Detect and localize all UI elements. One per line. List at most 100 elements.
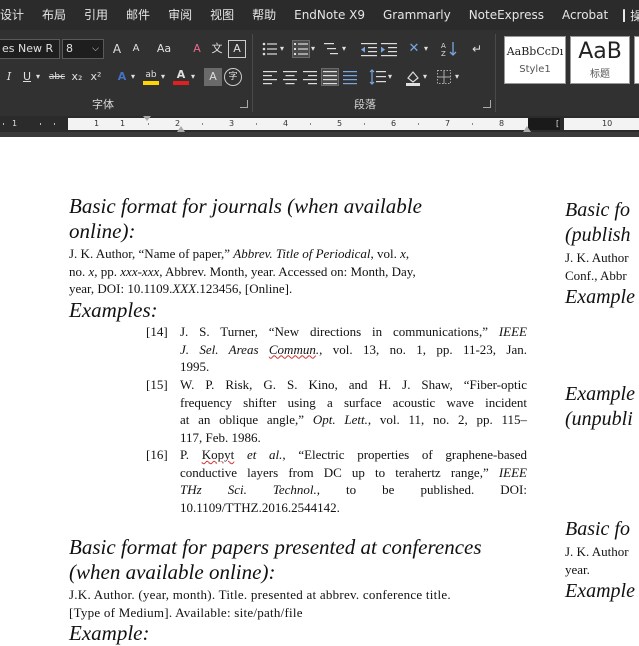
svg-text:Z: Z <box>441 50 446 58</box>
strikethrough-button[interactable]: abc <box>46 68 68 86</box>
ruler-number: 8 <box>499 119 505 128</box>
ribbon-tab-bar: 设计 布局 引用 邮件 审阅 视图 帮助 EndNote X9 Grammarl… <box>0 0 639 30</box>
spelling-error-underline: Commun <box>268 341 316 357</box>
sort-icon[interactable]: AZ <box>440 40 458 58</box>
tab-references[interactable]: 引用 <box>75 0 117 30</box>
line-spacing-dropdown-icon[interactable]: ▾ <box>388 69 392 85</box>
align-center-icon[interactable] <box>281 68 299 86</box>
align-left-icon[interactable] <box>261 68 279 86</box>
enclose-characters-button[interactable]: 字 <box>224 68 242 86</box>
ruler-number: 4 <box>283 119 289 128</box>
document-page[interactable]: Basic format for journals (when availabl… <box>0 137 639 645</box>
numbering-dropdown-icon[interactable]: ▾ <box>311 41 315 57</box>
ruler-number: 10 <box>602 119 613 128</box>
chinese-layout-dropdown-icon[interactable]: ▾ <box>424 41 428 57</box>
ruler-number: 5 <box>337 119 343 128</box>
ruler-column-marker[interactable]: [ <box>556 118 559 130</box>
chinese-layout-icon[interactable]: ✕ <box>405 40 423 58</box>
reference-16: P. Kopyt et al., “Electric properties of… <box>180 447 527 515</box>
paragraph-dialog-launcher-icon[interactable] <box>483 100 491 108</box>
numbering-icon[interactable] <box>292 40 310 58</box>
tab-help[interactable]: 帮助 <box>243 0 285 30</box>
multilevel-list-icon[interactable] <box>323 40 341 58</box>
font-color-button[interactable]: A <box>172 66 190 85</box>
tab-acrobat[interactable]: Acrobat <box>553 0 617 30</box>
ruler-tick <box>54 123 55 125</box>
tab-endnote[interactable]: EndNote X9 <box>285 0 374 30</box>
justify-icon[interactable] <box>321 68 339 86</box>
ruler-tick <box>40 123 41 125</box>
horizontal-ruler[interactable]: 1 1 1 2 3 4 5 6 7 8 [ 10 <box>0 116 639 132</box>
right-col-heading: (unpubli <box>565 408 633 430</box>
borders-icon[interactable] <box>435 68 453 86</box>
style-style1[interactable]: AaBbCcDı Style1 <box>504 36 566 84</box>
grow-font-button[interactable]: A <box>108 40 126 58</box>
conference-heading-line1: Basic format for papers presented at con… <box>69 535 482 559</box>
font-size-combo[interactable]: 8 ⌵ <box>62 39 104 59</box>
right-col-examples: Example <box>565 286 635 308</box>
underline-button[interactable]: U <box>18 68 36 86</box>
ribbon: es New R 8 ⌵ A A Aa A 文 A I U ▾ abc x₂ x… <box>0 30 639 116</box>
font-dialog-launcher-icon[interactable] <box>240 100 248 108</box>
borders-dropdown-icon[interactable]: ▾ <box>455 69 459 85</box>
tab-noteexpress[interactable]: NoteExpress <box>460 0 553 30</box>
tab-review[interactable]: 审阅 <box>159 0 201 30</box>
shrink-font-button[interactable]: A <box>127 40 145 58</box>
line-spacing-icon[interactable] <box>369 68 387 86</box>
text-effects-button[interactable]: A <box>113 68 131 86</box>
align-right-icon[interactable] <box>301 68 319 86</box>
ruler-number: 1 <box>94 119 100 128</box>
conference-examples-label: Example: <box>69 621 150 645</box>
bullets-dropdown-icon[interactable]: ▾ <box>280 41 284 57</box>
tell-me-label[interactable]: 操作 <box>630 7 639 24</box>
font-color-dropdown-icon[interactable]: ▾ <box>191 69 195 85</box>
tab-view[interactable]: 视图 <box>201 0 243 30</box>
right-col-text: year. <box>565 561 590 577</box>
right-col-examples: Example <box>565 580 635 602</box>
examples-label: Examples: <box>69 298 158 322</box>
character-border-button[interactable]: A <box>228 40 246 58</box>
first-line-indent-marker-icon[interactable] <box>143 116 151 121</box>
text-effects-dropdown-icon[interactable]: ▾ <box>131 69 135 85</box>
highlight-button[interactable]: ab <box>142 66 160 85</box>
right-col-heading: Basic fo <box>565 518 630 540</box>
right-col-text: J. K. Author <box>565 544 629 559</box>
superscript-button[interactable]: x² <box>87 68 105 86</box>
tab-mailings[interactable]: 邮件 <box>117 0 159 30</box>
ruler-tick <box>472 123 473 125</box>
multilevel-dropdown-icon[interactable]: ▾ <box>342 41 346 57</box>
shading-icon[interactable] <box>404 68 422 86</box>
lightbulb-icon[interactable] <box>623 8 626 22</box>
clear-format-button[interactable]: A <box>188 40 206 58</box>
journal-heading-line1: Basic format for journals (when availabl… <box>69 194 422 218</box>
ruler-tick <box>256 123 257 125</box>
highlight-dropdown-icon[interactable]: ▾ <box>161 69 165 85</box>
font-name-combo[interactable]: es New R <box>0 39 60 59</box>
ruler-number: 1 <box>120 119 126 128</box>
chevron-down-icon: ⌵ <box>92 44 99 54</box>
decrease-indent-icon[interactable] <box>360 40 378 58</box>
tab-layout[interactable]: 布局 <box>33 0 75 30</box>
phonetic-guide-button[interactable]: 文 <box>208 40 226 58</box>
ruler-tick <box>310 123 311 125</box>
italic-button[interactable]: I <box>0 68 18 86</box>
style-next[interactable] <box>634 36 639 84</box>
shading-dropdown-icon[interactable]: ▾ <box>423 69 427 85</box>
show-marks-icon[interactable]: ↵ <box>468 40 486 58</box>
style-heading[interactable]: AaB 标题 <box>570 36 630 84</box>
distributed-icon[interactable] <box>341 68 359 86</box>
font-color-swatch <box>173 81 189 85</box>
bullets-icon[interactable] <box>261 40 279 58</box>
character-shading-button[interactable]: A <box>204 68 222 86</box>
increase-indent-icon[interactable] <box>380 40 398 58</box>
ruler-tick <box>418 123 419 125</box>
tab-grammarly[interactable]: Grammarly <box>374 0 460 30</box>
subscript-button[interactable]: x₂ <box>68 68 86 86</box>
change-case-button[interactable]: Aa <box>152 40 176 58</box>
underline-dropdown-icon[interactable]: ▾ <box>36 69 40 85</box>
svg-text:A: A <box>441 42 446 50</box>
font-group-label: 字体 <box>92 98 114 111</box>
conference-heading-line2: (when available online): <box>69 560 276 584</box>
highlight-label: ab <box>145 70 157 80</box>
tab-design[interactable]: 设计 <box>0 0 33 30</box>
